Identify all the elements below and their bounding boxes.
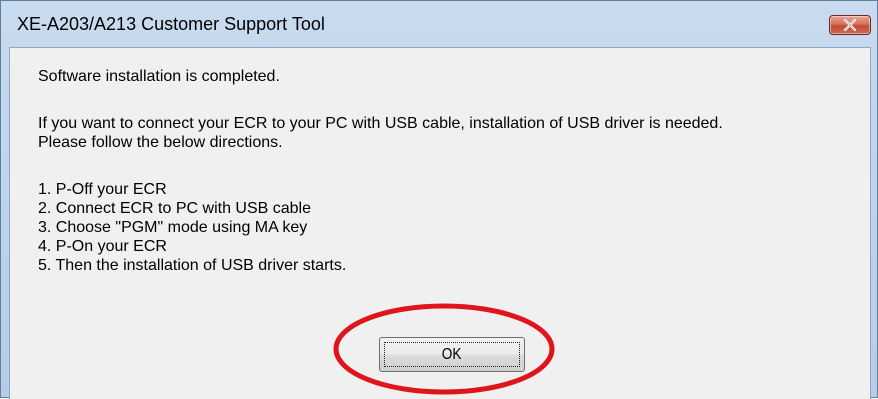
close-icon <box>843 19 857 31</box>
title-bar[interactable]: XE-A203/A213 Customer Support Tool <box>1 1 877 47</box>
step-item: 2. Connect ECR to PC with USB cable <box>38 200 312 217</box>
dialog-body: Software installation is completed. If y… <box>9 47 871 399</box>
step-item: 3. Choose "PGM" mode using MA key <box>38 219 308 236</box>
close-button[interactable] <box>829 15 871 35</box>
directions-message: Please follow the below directions. <box>38 134 283 151</box>
completion-message: Software installation is completed. <box>38 68 280 85</box>
step-item: 1. P-Off your ECR <box>38 181 167 198</box>
step-item: 5. Then the installation of USB driver s… <box>38 257 347 274</box>
window-title: XE-A203/A213 Customer Support Tool <box>17 14 325 34</box>
ok-button[interactable]: OK <box>379 337 525 372</box>
dialog-window: XE-A203/A213 Customer Support Tool Softw… <box>0 0 878 399</box>
usb-driver-message: If you want to connect your ECR to your … <box>38 115 723 132</box>
step-item: 4. P-On your ECR <box>38 238 167 255</box>
ok-button-label: OK <box>442 345 462 363</box>
